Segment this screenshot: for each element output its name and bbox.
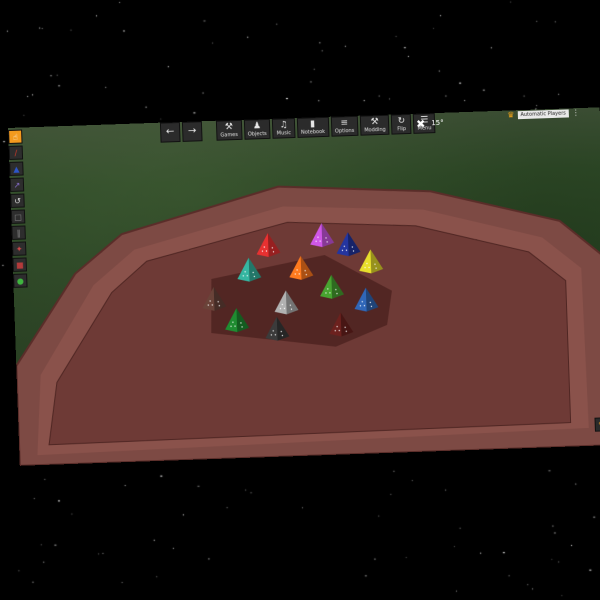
game-table[interactable] [8, 107, 600, 466]
chat-icon[interactable]: ✎ [594, 417, 600, 432]
toolbar-button-notebook[interactable]: ▮ Notebook [296, 116, 330, 138]
toolbar-button-modding[interactable]: ⚒ Modding [359, 114, 390, 136]
toolbar-button-games[interactable]: ⚒ Games [215, 119, 243, 141]
toolbar-button-music[interactable]: ♫ Music [272, 117, 296, 139]
color-picker-icon: ● [16, 276, 24, 286]
options-icon: ≡ [340, 118, 349, 129]
toolbar-button-label: Games [220, 131, 238, 139]
ruler-tool-button[interactable]: ∥ [11, 225, 26, 240]
toolbar-button-label: Objects [247, 130, 267, 138]
rotate-snap-icon: ✖ [415, 116, 426, 131]
music-icon: ♫ [279, 120, 288, 131]
joint-tool-button[interactable]: ✦ [11, 241, 27, 256]
toolbar-button-options[interactable]: ≡ Options [330, 115, 359, 137]
toolbar-button-objects[interactable]: ♟ Objects [243, 118, 271, 140]
flick-tool-icon: ▲ [13, 164, 20, 174]
toolbar-button-label: Notebook [300, 128, 326, 136]
toolbar-button-label: Music [276, 130, 292, 137]
snap-tool-button[interactable]: □ [10, 209, 26, 224]
rotation-angle-value: 15° [431, 118, 444, 128]
line-tool-icon: / [14, 148, 18, 158]
color-picker-button[interactable]: ● [13, 273, 28, 288]
joint-tool-icon: ✦ [15, 244, 23, 254]
gizmo-tool-button[interactable]: ↺ [10, 193, 25, 208]
crown-icon: ♛ [507, 110, 515, 120]
modding-icon: ⚒ [370, 117, 379, 128]
toolbar-button-label: Flip [397, 126, 407, 133]
gizmo-tool-icon: ↺ [14, 196, 22, 206]
ruler-tool-icon: ∥ [16, 228, 21, 238]
player-menu-icon[interactable]: ⋮ [572, 108, 580, 117]
arrow-right-icon: → [187, 125, 197, 137]
back-button[interactable]: ← [159, 121, 181, 143]
hidden-zone-icon: ■ [15, 260, 24, 270]
toolbar-button-label: Modding [364, 126, 386, 134]
hidden-zone-button[interactable]: ■ [12, 257, 28, 272]
toolbar-button-label: Options [334, 127, 355, 135]
objects-icon: ♟ [252, 121, 262, 132]
rotation-angle-control[interactable]: ✖ 15° [416, 113, 444, 134]
games-icon: ⚒ [224, 122, 234, 133]
line-tool-button[interactable]: / [8, 145, 24, 160]
flick-tool-button[interactable]: ▲ [9, 161, 24, 176]
snap-tool-icon: □ [14, 212, 23, 222]
toolbar-button-flip[interactable]: ↻ Flip [391, 113, 412, 135]
vector-tool-button[interactable]: ↗ [9, 177, 25, 192]
notebook-icon: ▮ [310, 119, 316, 130]
pointer-tool-icon: ☝ [12, 132, 18, 142]
pointer-tool-button[interactable]: ☝ [8, 129, 23, 144]
arrow-left-icon: ← [165, 126, 175, 138]
forward-button[interactable]: → [181, 121, 203, 142]
vector-tool-icon: ↗ [13, 180, 21, 190]
player-name: Automatic Players [517, 108, 569, 119]
game-viewport[interactable]: ← → ⚒ Games ♟ Objects ♫ Music ▮ Notebook ≡ Option… [8, 107, 600, 466]
flip-icon: ↻ [397, 116, 406, 127]
